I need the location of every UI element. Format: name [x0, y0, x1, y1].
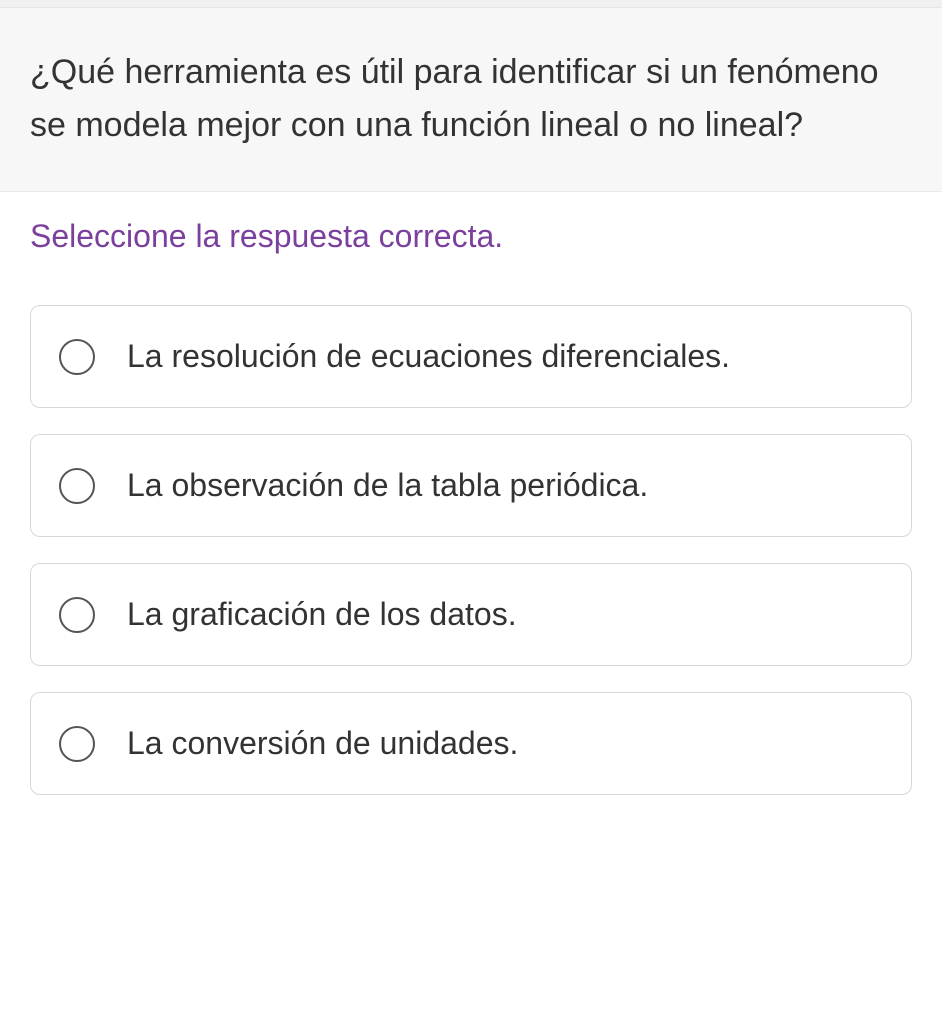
radio-icon — [59, 726, 95, 762]
radio-icon — [59, 468, 95, 504]
instruction-text: Seleccione la respuesta correcta. — [0, 192, 942, 275]
option-label: La resolución de ecuaciones diferenciale… — [127, 338, 730, 375]
option-4[interactable]: La conversión de unidades. — [30, 692, 912, 795]
top-divider — [0, 0, 942, 8]
radio-icon — [59, 597, 95, 633]
option-label: La graficación de los datos. — [127, 596, 517, 633]
option-3[interactable]: La graficación de los datos. — [30, 563, 912, 666]
question-section: ¿Qué herramienta es útil para identifica… — [0, 8, 942, 192]
radio-icon — [59, 339, 95, 375]
option-2[interactable]: La observación de la tabla periódica. — [30, 434, 912, 537]
option-label: La observación de la tabla periódica. — [127, 467, 648, 504]
options-container: La resolución de ecuaciones diferenciale… — [0, 275, 942, 795]
question-text: ¿Qué herramienta es útil para identifica… — [30, 46, 912, 151]
option-label: La conversión de unidades. — [127, 725, 518, 762]
option-1[interactable]: La resolución de ecuaciones diferenciale… — [30, 305, 912, 408]
